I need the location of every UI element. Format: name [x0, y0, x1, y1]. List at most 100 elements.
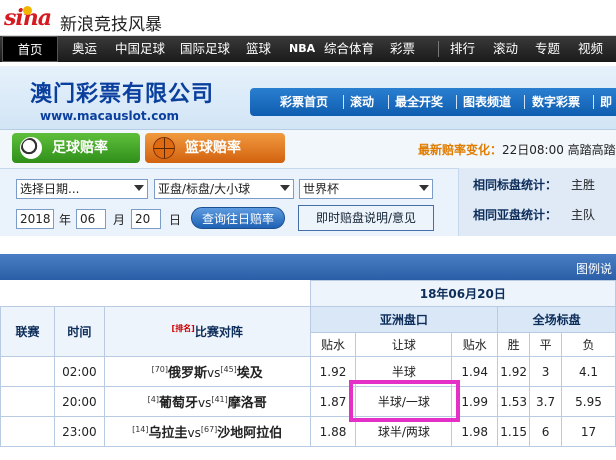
same-asian-stat-label: 相同亚盘统计： [473, 208, 558, 222]
month-unit-label: 月 [113, 213, 126, 227]
legend-explanation-link[interactable]: 图例说 [576, 260, 612, 277]
same-asian-stat-value[interactable]: 主队 [571, 206, 595, 223]
banner-menu-divider [343, 95, 344, 109]
banner-menu-lottery-home[interactable]: 彩票首页 [280, 88, 328, 116]
col-header-asian-handicap: 亚洲盘口 [309, 306, 499, 333]
col-header-water-away: 贴水 [451, 332, 499, 357]
nav-item-intl-football[interactable]: 国际足球 [180, 36, 230, 62]
odds-type-select[interactable]: 亚盘/标盘/大小球 [154, 179, 294, 199]
nav-item-video[interactable]: 视频 [578, 36, 603, 62]
brand-bar: sina 新浪竞技风暴 [0, 0, 616, 36]
banner-menu-charts[interactable]: 图表频道 [463, 88, 511, 116]
sina-logo-eye-icon [23, 6, 32, 15]
water-away-cell: 1.98 [451, 416, 499, 447]
football-odds-label: 足球赔率 [52, 140, 108, 156]
col-header-water-home: 贴水 [309, 332, 357, 357]
col-header-standard-odds: 全场标盘 [497, 306, 616, 333]
main-nav: 首页 奥运 中国足球 国际足球 篮球 NBA 综合体育 彩票 排行 滚动 专题 … [0, 36, 616, 62]
banner-menu-divider [456, 95, 457, 109]
basketball-odds-label: 篮球赔率 [185, 140, 241, 156]
nav-item-nba[interactable]: NBA [289, 36, 315, 62]
banner-url[interactable]: www.macauslot.com [40, 109, 179, 123]
draw-odds-cell: 3.7 [529, 386, 563, 417]
same-handicap-stat-label: 相同标盘统计： [473, 178, 558, 192]
latest-odds-label: 最新赔率变化： [418, 143, 503, 157]
banner-title[interactable]: 澳门彩票有限公司 [30, 76, 214, 108]
year-unit-label: 年 [59, 213, 72, 227]
banner-menu-digital-lottery[interactable]: 数字彩票 [532, 88, 580, 116]
banner-menu: 彩票首页 滚动 最全开奖 图表频道 数字彩票 即 [250, 88, 616, 116]
win-odds-cell: 1.53 [497, 386, 531, 417]
match-cell[interactable]: [14]乌拉圭vs[67]沙地阿拉伯 [103, 416, 311, 447]
col-header-league: 联赛 [0, 306, 55, 357]
water-away-cell: 1.99 [451, 386, 499, 417]
site-title[interactable]: 新浪竞技风暴 [60, 10, 162, 35]
basketball-odds-button[interactable]: 篮球赔率 [145, 133, 285, 163]
table-row[interactable]: 世界杯 20:00 [4]葡萄牙vs[41]摩洛哥 1.87 半球/一球 1.9… [0, 386, 616, 417]
league-select[interactable]: 世界杯 [299, 179, 433, 199]
match-cell[interactable]: [4]葡萄牙vs[41]摩洛哥 [103, 386, 311, 417]
soccer-ball-icon [20, 137, 42, 159]
league-cell[interactable]: 世界杯 [0, 356, 55, 387]
draw-odds-cell: 3 [529, 356, 563, 387]
match-cell[interactable]: [70]俄罗斯vs[45]埃及 [103, 356, 311, 387]
nav-item-olympics[interactable]: 奥运 [72, 36, 97, 62]
time-cell: 02:00 [53, 356, 105, 387]
odds-explanation-button[interactable]: 即时赔盘说明/意见 [298, 205, 434, 231]
nav-item-home[interactable]: 首页 [2, 36, 58, 62]
month-input[interactable]: 06 [76, 209, 106, 229]
banner-menu-rolling[interactable]: 滚动 [350, 88, 374, 116]
nav-item-china-football[interactable]: 中国足球 [115, 36, 165, 62]
league-cell[interactable]: 世界杯 [0, 386, 55, 417]
draw-odds-cell: 6 [529, 416, 563, 447]
nav-item-special[interactable]: 专题 [535, 36, 560, 62]
col-header-match: [排名]比赛对阵 [103, 306, 311, 357]
win-odds-cell: 1.15 [497, 416, 531, 447]
banner-menu-draw-results[interactable]: 最全开奖 [395, 88, 443, 116]
col-header-win: 胜 [497, 332, 531, 357]
football-odds-button[interactable]: 足球赔率 [12, 133, 140, 163]
chevron-down-icon [280, 185, 290, 191]
odds-table: 18年06月20日 联赛 时间 [排名]比赛对阵 亚洲盘口 全场标盘 贴水 让球… [0, 280, 616, 447]
day-input[interactable]: 20 [131, 209, 161, 229]
query-past-odds-button[interactable]: 查询往日赔率 [191, 207, 285, 229]
stats-panel: 相同标盘统计： 主胜 相同亚盘统计： 主队 [458, 168, 616, 236]
latest-odds-change: 最新赔率变化：22日08:00 高踏高踏 [418, 141, 616, 158]
year-input[interactable]: 2018 [16, 209, 54, 229]
banner-menu-divider [524, 95, 525, 109]
col-header-draw: 平 [529, 332, 563, 357]
water-away-cell: 1.94 [451, 356, 499, 387]
lose-odds-cell: 17 [561, 416, 616, 447]
chevron-down-icon [134, 185, 144, 191]
handicap-cell: 半球/一球 [355, 386, 453, 417]
banner-menu-divider [388, 95, 389, 109]
nav-item-lottery[interactable]: 彩票 [390, 36, 415, 62]
table-date: 18年06月20日 [309, 280, 616, 307]
same-handicap-stat-value[interactable]: 主胜 [571, 176, 595, 193]
handicap-cell: 半球 [355, 356, 453, 387]
odds-table-header-bar: 图例说 [0, 254, 616, 280]
table-row[interactable]: 世界杯 02:00 [70]俄罗斯vs[45]埃及 1.92 半球 1.94 1… [0, 356, 616, 387]
latest-odds-text[interactable]: 22日08:00 高踏高踏 [502, 143, 616, 157]
handicap-cell: 球半/两球 [355, 416, 453, 447]
banner-menu-divider [593, 95, 594, 109]
lose-odds-cell: 4.1 [561, 356, 616, 387]
win-odds-cell: 1.92 [497, 356, 531, 387]
banner-menu-more[interactable]: 即 [600, 88, 612, 116]
nav-item-rolling[interactable]: 滚动 [493, 36, 518, 62]
col-header-time: 时间 [53, 306, 105, 357]
nav-item-multi-sports[interactable]: 综合体育 [324, 36, 374, 62]
day-unit-label: 日 [169, 213, 182, 227]
water-home-cell: 1.87 [309, 386, 357, 417]
nav-item-ranking[interactable]: 排行 [450, 36, 475, 62]
table-row[interactable]: 世界杯 23:00 [14]乌拉圭vs[67]沙地阿拉伯 1.88 球半/两球 … [0, 416, 616, 447]
sina-logo[interactable]: sina [4, 5, 52, 31]
basketball-icon [153, 137, 175, 159]
date-select[interactable]: 选择日期... [16, 179, 148, 199]
water-home-cell: 1.92 [309, 356, 357, 387]
time-cell: 20:00 [53, 386, 105, 417]
lose-odds-cell: 5.95 [561, 386, 616, 417]
league-cell[interactable]: 世界杯 [0, 416, 55, 447]
nav-item-basketball[interactable]: 篮球 [246, 36, 271, 62]
water-home-cell: 1.88 [309, 416, 357, 447]
